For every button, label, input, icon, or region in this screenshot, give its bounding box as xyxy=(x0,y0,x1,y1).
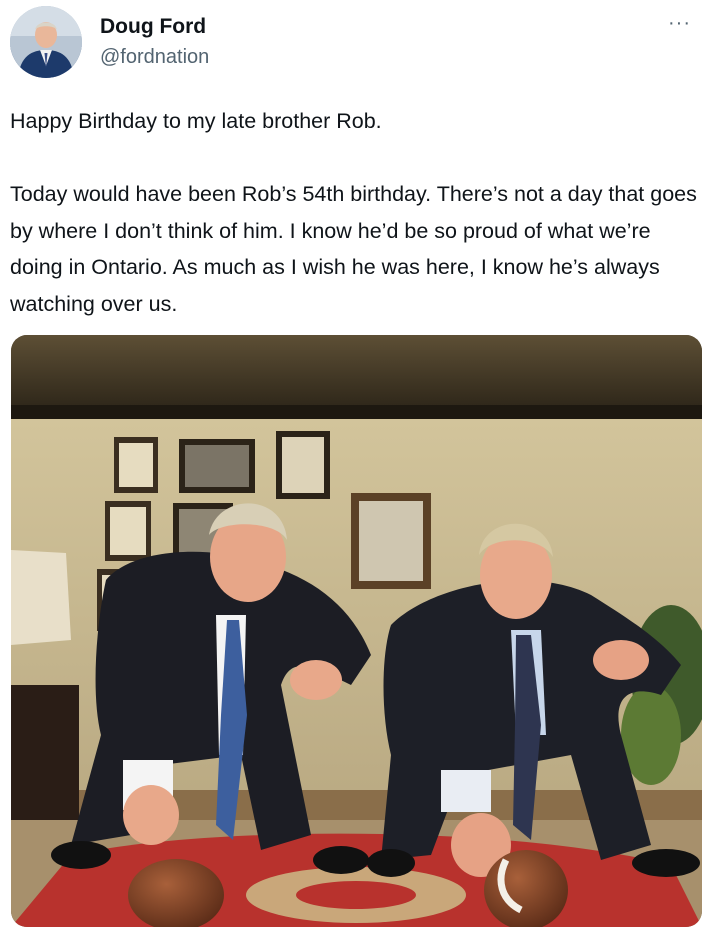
tweet-header: Doug Ford @fordnation ··· xyxy=(0,0,705,90)
more-options-icon[interactable]: ··· xyxy=(668,12,691,35)
tweet-photo[interactable] xyxy=(11,335,702,927)
avatar[interactable] xyxy=(10,6,82,78)
author-names: Doug Ford @fordnation xyxy=(100,14,209,70)
display-name[interactable]: Doug Ford xyxy=(100,14,209,40)
football-right xyxy=(484,850,568,927)
profile-photo-icon xyxy=(10,6,82,78)
brothers-photo xyxy=(11,335,702,927)
handle[interactable]: @fordnation xyxy=(100,44,209,70)
tweet-text: Happy Birthday to my late brother Rob. T… xyxy=(10,109,697,316)
